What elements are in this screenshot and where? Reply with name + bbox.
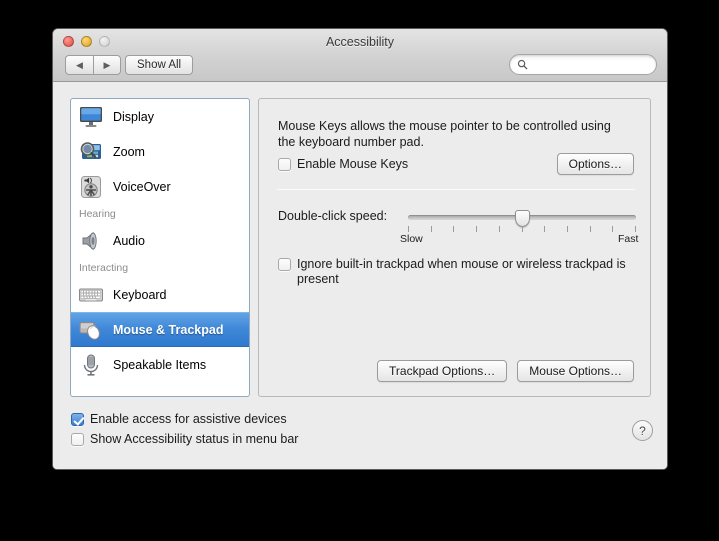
slider-tick <box>566 226 568 232</box>
slider-tick <box>453 226 455 232</box>
help-button[interactable]: ? <box>632 420 653 441</box>
sidebar-item-audio[interactable]: Audio <box>71 223 249 258</box>
audio-icon <box>82 231 97 250</box>
enable-mouse-keys-checkbox[interactable] <box>278 158 291 171</box>
sidebar-group-interacting: Interacting <box>79 262 129 274</box>
slider-tick <box>498 226 500 232</box>
sidebar-item-label: Audio <box>113 233 145 248</box>
options-button[interactable]: Options… <box>556 153 634 175</box>
assistive-devices-checkbox[interactable] <box>71 413 84 426</box>
slider-min-label: Slow <box>400 233 423 245</box>
sidebar-item-zoom[interactable]: Zoom <box>71 134 249 169</box>
forward-button[interactable]: ▶ <box>93 55 121 75</box>
menu-bar-status-label: Show Accessibility status in menu bar <box>90 432 299 446</box>
slider-tick <box>521 226 523 232</box>
sidebar-item-label: Mouse & Trackpad <box>113 322 224 337</box>
preferences-window: Accessibility ◀ ▶ Show All Display Zoom … <box>52 28 668 470</box>
settings-panel: Mouse Keys allows the mouse pointer to b… <box>258 98 651 397</box>
slider-tick <box>544 226 546 232</box>
slider-tick <box>635 226 636 232</box>
keyboard-icon <box>79 288 103 301</box>
sidebar-item-mouse-trackpad[interactable]: Mouse & Trackpad <box>71 312 249 347</box>
slider-max-label: Fast <box>618 233 639 245</box>
slider-tick <box>430 226 432 232</box>
sidebar-item-label: Display <box>113 109 154 124</box>
trackpad-options-button[interactable]: Trackpad Options… <box>377 360 508 382</box>
double-click-speed-label: Double-click speed: <box>278 209 388 223</box>
sidebar-item-speakable-items[interactable]: Speakable Items <box>71 347 249 382</box>
window-title: Accessibility <box>325 35 395 49</box>
back-button[interactable]: ◀ <box>65 55 93 75</box>
slider-thumb[interactable] <box>514 210 530 227</box>
accessibility-category-list[interactable]: Display Zoom VoiceOver Hearing Audio Int… <box>70 98 250 397</box>
menu-bar-status-checkbox-row[interactable]: Show Accessibility status in menu bar <box>71 432 298 447</box>
sidebar-group-hearing: Hearing <box>79 208 116 220</box>
mouse-options-button[interactable]: Mouse Options… <box>517 360 634 382</box>
ignore-trackpad-checkbox-row[interactable]: Ignore built-in trackpad when mouse or w… <box>278 257 630 287</box>
search-field[interactable] <box>509 54 657 75</box>
sidebar-item-label: VoiceOver <box>113 179 171 194</box>
display-icon <box>80 106 102 127</box>
mouse-trackpad-icon <box>79 321 100 340</box>
search-input[interactable] <box>532 58 642 71</box>
menu-bar-status-checkbox[interactable] <box>71 433 84 446</box>
microphone-icon <box>83 354 99 376</box>
search-icon <box>517 59 528 70</box>
sidebar-item-label: Zoom <box>113 144 145 159</box>
sidebar-item-label: Speakable Items <box>113 357 207 372</box>
voiceover-icon <box>81 175 101 198</box>
window-titlebar: Accessibility ◀ ▶ Show All <box>53 29 667 82</box>
sidebar-item-keyboard[interactable]: Keyboard <box>71 277 249 312</box>
zoom-icon <box>80 141 101 159</box>
navigation-buttons: ◀ ▶ <box>65 55 121 75</box>
enable-mouse-keys-checkbox-row[interactable]: Enable Mouse Keys <box>278 157 408 172</box>
assistive-devices-label: Enable access for assistive devices <box>90 412 287 426</box>
slider-tick <box>589 226 591 232</box>
sidebar-item-label: Keyboard <box>113 287 167 302</box>
slider-ticks <box>408 226 636 233</box>
window-body: Display Zoom VoiceOver Hearing Audio Int… <box>53 82 667 469</box>
slider-tick <box>476 226 478 232</box>
ignore-trackpad-label: Ignore built-in trackpad when mouse or w… <box>297 257 626 286</box>
mouse-keys-description: Mouse Keys allows the mouse pointer to b… <box>278 119 611 149</box>
section-separator <box>277 189 635 190</box>
sidebar-item-voiceover[interactable]: VoiceOver <box>71 169 249 204</box>
sidebar-item-display[interactable]: Display <box>71 99 249 134</box>
panel-action-buttons: Trackpad Options… Mouse Options… <box>259 360 650 382</box>
ignore-trackpad-checkbox[interactable] <box>278 258 291 271</box>
show-all-button[interactable]: Show All <box>125 55 194 75</box>
assistive-devices-checkbox-row[interactable]: Enable access for assistive devices <box>71 412 287 427</box>
slider-tick <box>612 226 614 232</box>
enable-mouse-keys-label: Enable Mouse Keys <box>297 157 409 171</box>
double-click-speed-slider[interactable] <box>408 210 636 227</box>
slider-tick <box>408 226 409 232</box>
